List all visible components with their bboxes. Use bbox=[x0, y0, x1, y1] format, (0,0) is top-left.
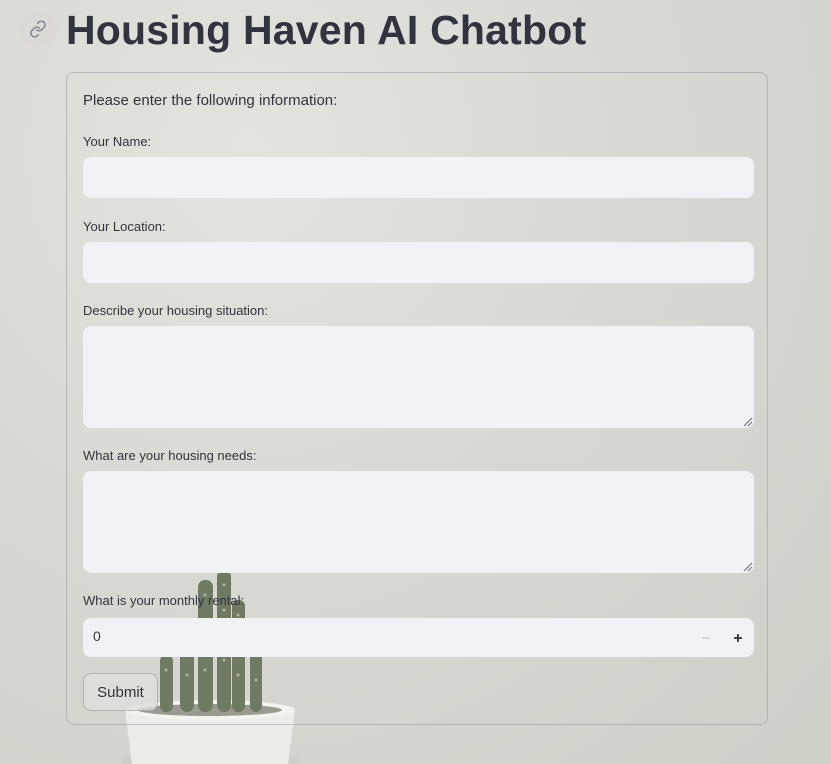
rental-label: What is your monthly rental: bbox=[83, 593, 245, 608]
needs-textarea[interactable] bbox=[83, 471, 754, 573]
needs-label: What are your housing needs: bbox=[83, 448, 257, 463]
info-form: Please enter the following information: … bbox=[66, 72, 768, 725]
situation-label: Describe your housing situation: bbox=[83, 303, 268, 318]
rental-number-input[interactable]: 0 bbox=[83, 618, 754, 657]
minus-icon[interactable] bbox=[690, 618, 722, 657]
location-input[interactable] bbox=[83, 242, 754, 283]
name-label: Your Name: bbox=[83, 134, 152, 149]
location-label: Your Location: bbox=[83, 219, 166, 234]
name-input[interactable] bbox=[83, 157, 754, 198]
form-intro-text: Please enter the following information: bbox=[83, 92, 338, 109]
anchor-link-icon[interactable] bbox=[19, 10, 57, 48]
plus-icon[interactable] bbox=[722, 618, 754, 657]
situation-textarea[interactable] bbox=[83, 326, 754, 428]
page-title: Housing Haven AI Chatbot bbox=[66, 7, 587, 53]
situation-resize-handle-icon[interactable] bbox=[743, 417, 753, 427]
needs-resize-handle-icon[interactable] bbox=[743, 562, 753, 572]
rental-value[interactable]: 0 bbox=[93, 628, 101, 644]
submit-button[interactable]: Submit bbox=[83, 673, 158, 711]
